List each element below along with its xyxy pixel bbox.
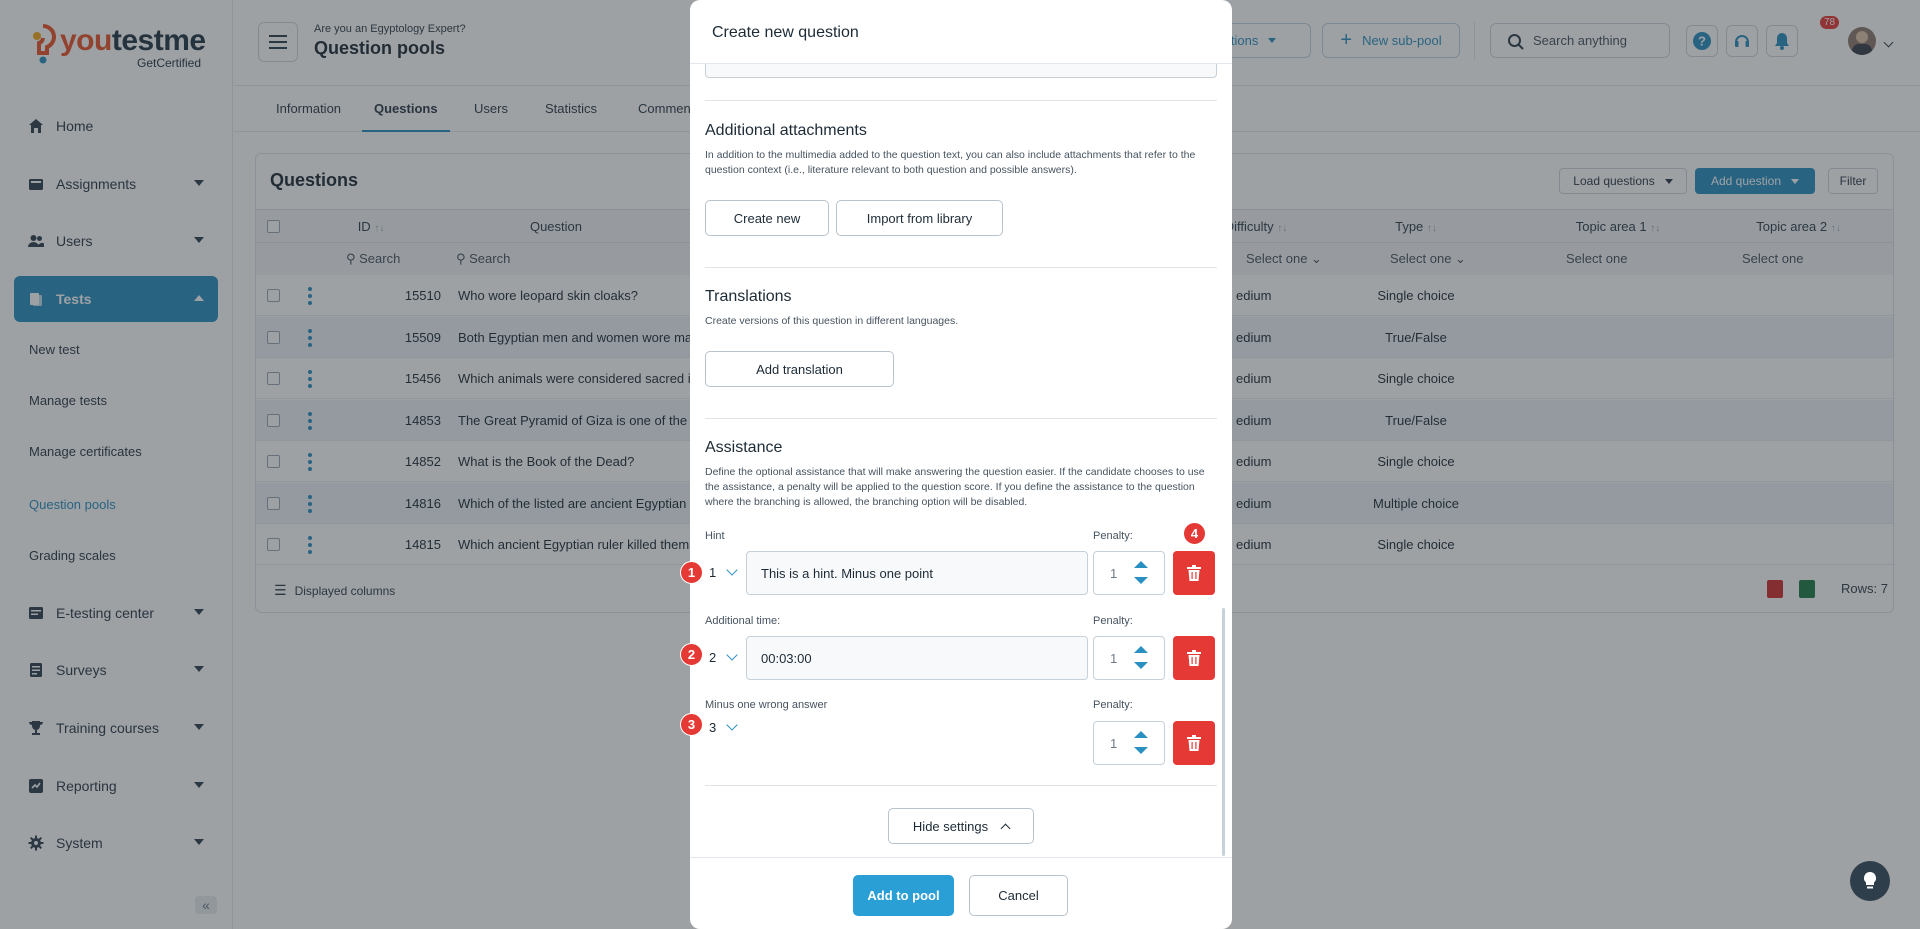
divider [705,267,1217,268]
attachments-heading: Additional attachments [705,122,867,139]
tips-button[interactable] [1850,861,1890,901]
increment-arrow-icon[interactable] [1134,646,1148,653]
assistance-description: Define the optional assistance that will… [705,466,1205,508]
modal-header: Create new question [690,0,1232,64]
decrement-arrow-icon[interactable] [1134,662,1148,669]
attachments-description: In addition to the multimedia added to t… [705,149,1196,176]
annotation-marker-4: 4 [1183,522,1206,545]
create-new-attachment-button[interactable]: Create new [705,200,829,236]
translations-description: Create versions of this question in diff… [705,315,959,327]
annotation-marker-2: 2 [680,643,703,666]
hide-settings-label: Hide settings [912,818,989,834]
penalty-value: 1 [1110,566,1118,581]
additional-time-input[interactable]: 00:03:00 [746,636,1088,680]
additional-time-order-select[interactable]: 2 [709,650,716,665]
divider [705,785,1217,786]
cancel-button[interactable]: Cancel [969,875,1068,916]
divider [705,100,1217,101]
previous-field-bottom [705,64,1217,78]
hint-text-input[interactable]: This is a hint. Minus one point [746,551,1088,595]
translations-heading: Translations [705,288,792,305]
hide-settings-button[interactable]: Hide settings [888,808,1034,844]
chevron-up-icon [1000,823,1011,833]
decrement-arrow-icon[interactable] [1134,747,1148,754]
lightbulb-icon [1863,871,1877,889]
trash-icon [1187,565,1201,581]
assistance-heading: Assistance [705,439,783,456]
additional-time-penalty-stepper[interactable]: 1 [1093,636,1165,680]
wrong-answer-penalty-stepper[interactable]: 1 [1093,721,1165,765]
increment-arrow-icon[interactable] [1134,561,1148,568]
annotation-marker-3: 3 [680,713,703,736]
import-from-library-button[interactable]: Import from library [836,200,1003,236]
chevron-down-icon[interactable] [726,649,738,661]
hint-penalty-stepper[interactable]: 1 [1093,551,1165,595]
trash-icon [1187,735,1201,751]
increment-arrow-icon[interactable] [1134,731,1148,738]
penalty-label: Penalty: [1093,530,1133,542]
delete-hint-button[interactable] [1173,551,1215,595]
penalty-value: 1 [1110,651,1118,666]
divider [705,418,1217,419]
add-to-pool-button[interactable]: Add to pool [853,875,954,916]
annotation-marker-1: 1 [680,561,703,584]
modal-scrollbar[interactable] [1222,608,1225,856]
chevron-down-icon[interactable] [726,564,738,576]
minus-one-wrong-answer-label: Minus one wrong answer [705,699,828,711]
trash-icon [1187,650,1201,666]
decrement-arrow-icon[interactable] [1134,577,1148,584]
penalty-value: 1 [1110,736,1118,751]
delete-wrong-answer-button[interactable] [1173,721,1215,765]
delete-additional-time-button[interactable] [1173,636,1215,680]
penalty-label: Penalty: [1093,699,1133,711]
hint-order-select[interactable]: 1 [709,565,716,580]
chevron-down-icon[interactable] [726,719,738,731]
create-question-modal: Create new question Additional attachmen… [690,0,1232,929]
modal-title: Create new question [712,24,859,41]
wrong-answer-order-select[interactable]: 3 [709,720,716,735]
add-translation-button[interactable]: Add translation [705,351,894,387]
penalty-label: Penalty: [1093,615,1133,627]
modal-footer: Add to pool Cancel [690,857,1232,929]
hint-label: Hint [705,530,725,542]
additional-time-label: Additional time: [705,615,781,627]
